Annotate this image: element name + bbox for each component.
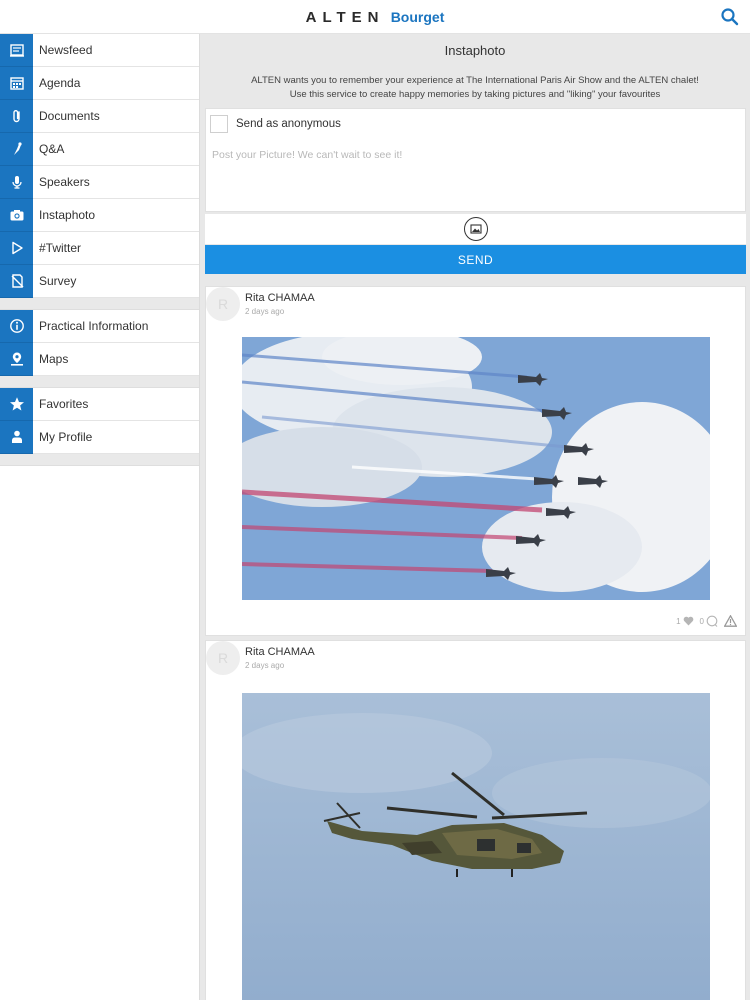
calendar-icon [0,66,33,100]
nav-group-info: Practical Information Maps [0,309,199,376]
nav-separator [0,298,199,310]
sidebar-item-label: Survey [39,274,77,288]
sidebar-item-instaphoto[interactable]: Instaphoto [0,198,199,232]
sidebar-item-label: Documents [39,109,100,123]
page-title: Instaphoto [444,43,506,58]
paperclip-icon [0,99,33,133]
report-button[interactable] [724,615,737,627]
intro-line-2: Use this service to create happy memorie… [289,89,661,100]
app-header: ALTEN Bourget [0,0,750,34]
search-icon[interactable] [720,7,740,27]
sidebar-item-label: Agenda [39,76,81,90]
nav-group-user: Favorites My Profile [0,387,199,454]
like-count: 1 [676,616,681,626]
photo-icon [469,224,482,234]
sidebar-item-newsfeed[interactable]: Newsfeed [0,33,199,67]
survey-icon [0,264,33,298]
post-photo-jets[interactable] [242,337,710,600]
comment-button[interactable]: 0 [700,615,718,627]
post-composer: Send as anonymous [205,108,746,212]
sidebar-item-favorites[interactable]: Favorites [0,387,199,421]
app-logo: ALTEN Bourget [0,7,750,28]
main-content: Instaphoto ALTEN wants you to remember y… [200,34,750,1000]
send-button[interactable]: SEND [205,245,746,274]
post-timestamp: 2 days ago [245,307,285,316]
sidebar-item-label: #Twitter [39,241,82,255]
post-text-input[interactable] [206,139,745,209]
profile-icon [0,420,33,454]
qa-icon [0,132,33,166]
newsfeed-icon [0,33,33,67]
sidebar-item-my-profile[interactable]: My Profile [0,420,199,454]
photo-picker-row [205,214,746,244]
sidebar-item-label: Maps [39,352,69,366]
sidebar-item-speakers[interactable]: Speakers [0,165,199,199]
sidebar-item-label: Speakers [39,175,90,189]
intro-line-1: ALTEN wants you to remember your experie… [251,75,699,86]
anonymous-label: Send as anonymous [236,118,341,130]
photo-post: R Rita CHAMAA 2 days ago [205,640,746,1000]
sidebar-item-agenda[interactable]: Agenda [0,66,199,100]
play-icon [0,231,33,265]
sidebar-item-qa[interactable]: Q&A [0,132,199,166]
microphone-icon [0,165,33,199]
logo-brand: ALTEN [305,9,385,26]
avatar[interactable]: R [206,287,240,321]
post-timestamp: 2 days ago [245,661,285,670]
star-icon [0,387,33,421]
comment-icon [706,615,718,627]
post-header: R Rita CHAMAA 2 days ago [206,641,745,689]
post-actions: 1 0 [676,615,737,627]
comment-count: 0 [699,616,704,626]
heart-icon [683,616,693,626]
anonymous-row[interactable]: Send as anonymous [206,109,745,139]
sidebar-item-label: Practical Information [39,319,149,333]
sidebar-item-label: Newsfeed [39,43,93,57]
sidebar-item-label: My Profile [39,430,93,444]
sidebar-item-documents[interactable]: Documents [0,99,199,133]
post-header: R Rita CHAMAA 2 days ago [206,287,745,335]
post-photo-helicopter[interactable] [242,693,710,1000]
add-photo-button[interactable] [463,217,488,241]
photo-post: R Rita CHAMAA 2 days ago [205,286,746,636]
sidebar-item-label: Favorites [39,397,89,411]
sidebar-item-label: Instaphoto [39,208,96,222]
nav-group-main: Newsfeed Agenda Documents Q&A Speakers I… [0,33,199,298]
info-icon [0,309,33,343]
nav-separator [0,376,199,388]
camera-icon [0,198,33,232]
like-button[interactable]: 1 [676,616,693,626]
sidebar-item-survey[interactable]: Survey [0,264,199,298]
sidebar: Newsfeed Agenda Documents Q&A Speakers I… [0,33,200,1000]
sidebar-item-practical-information[interactable]: Practical Information [0,309,199,343]
avatar[interactable]: R [206,641,240,675]
sidebar-item-maps[interactable]: Maps [0,342,199,376]
nav-separator [0,454,199,466]
map-pin-icon [0,342,33,376]
post-author[interactable]: Rita CHAMAA [245,292,315,304]
sidebar-item-twitter[interactable]: #Twitter [0,231,199,265]
logo-suffix: Bourget [390,9,445,25]
anonymous-checkbox[interactable] [210,115,228,133]
post-author[interactable]: Rita CHAMAA [245,646,315,658]
sidebar-item-label: Q&A [39,142,65,156]
warning-icon [724,615,737,627]
